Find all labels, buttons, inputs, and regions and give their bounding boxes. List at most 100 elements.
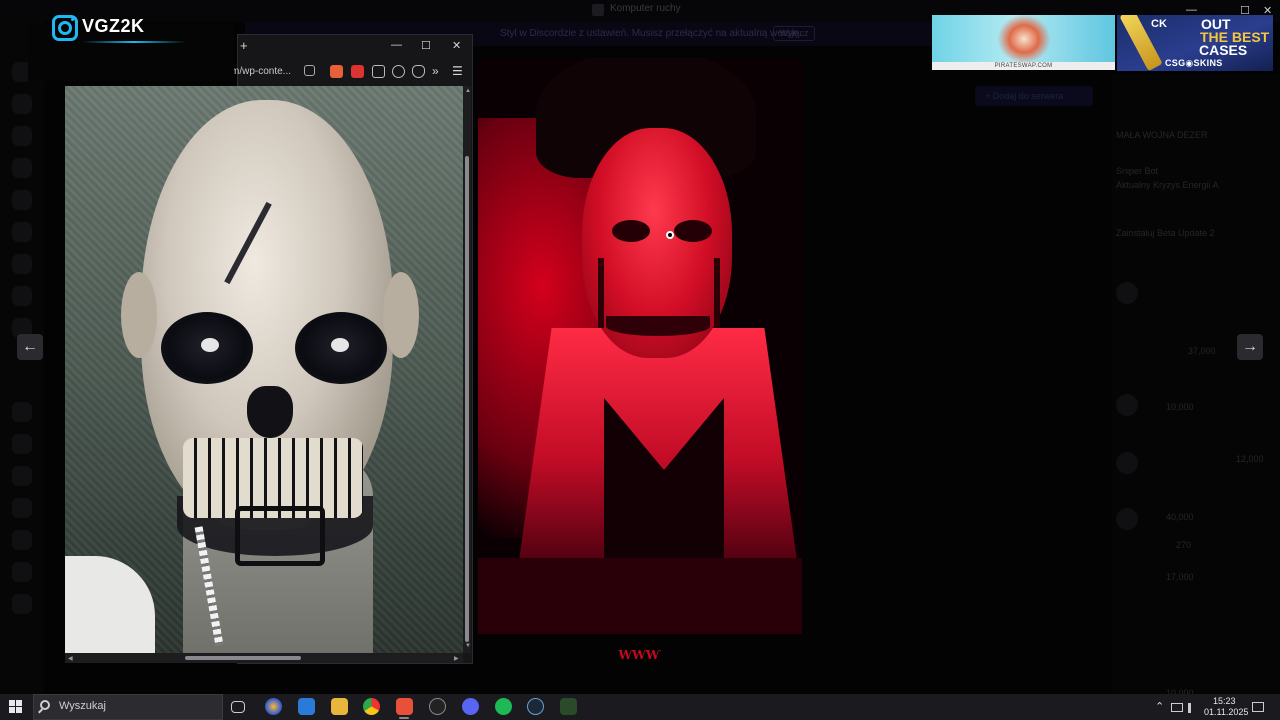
steam-icon[interactable]: [527, 698, 544, 715]
scroll-left-icon[interactable]: ◀: [68, 655, 73, 662]
next-arrow-icon[interactable]: →: [1237, 334, 1263, 360]
ad-cases-text: CASES: [1199, 42, 1248, 58]
pirateswap-ad-banner[interactable]: [932, 15, 1115, 63]
server-icon[interactable]: [12, 562, 32, 582]
instagram-dot-icon: [71, 18, 74, 21]
amount-label: 37,000: [1188, 346, 1216, 356]
tray-chevron-icon[interactable]: ⌃: [1155, 700, 1164, 713]
server-icon[interactable]: [12, 402, 32, 422]
pirateswap-ad-label: PIRATESWAP.COM: [994, 63, 1053, 69]
amount-label: 10,000: [1166, 402, 1194, 412]
taskbar-clock-date[interactable]: 01.11.2025: [1204, 707, 1248, 717]
notifications-icon[interactable]: [1252, 702, 1264, 712]
background-notice-button[interactable]: Wyłącz: [773, 26, 815, 41]
address-bar[interactable]: m/wp-conte...: [231, 66, 291, 77]
server-icon[interactable]: [12, 190, 32, 210]
photo-chin-tattoo: [235, 506, 325, 566]
spotify-icon[interactable]: [495, 698, 512, 715]
photo-eye: [201, 338, 219, 352]
background-app-title: Komputer ruchy: [610, 3, 681, 14]
avatar[interactable]: [1116, 452, 1138, 474]
photo-mouth: [606, 316, 710, 336]
shield-icon[interactable]: [412, 65, 425, 78]
menu-icon[interactable]: ☰: [452, 64, 463, 78]
task-view-icon[interactable]: [231, 701, 245, 713]
server-icon[interactable]: [12, 126, 32, 146]
extension-icon[interactable]: [392, 65, 405, 78]
reader-icon[interactable]: [372, 65, 385, 78]
windows-start-icon[interactable]: [9, 700, 23, 714]
member-name[interactable]: Aktualny Kryzys Energii A: [1116, 180, 1219, 190]
browser-maximize-button[interactable]: ☐: [421, 39, 431, 52]
member-name[interactable]: Sniper Bot: [1116, 166, 1158, 176]
server-icon[interactable]: [12, 286, 32, 306]
ad-character-image: [998, 15, 1050, 63]
pdf-extension-icon[interactable]: [351, 65, 364, 78]
avatar[interactable]: [1116, 394, 1138, 416]
widgets-icon[interactable]: [265, 698, 282, 715]
server-icon[interactable]: [12, 254, 32, 274]
red-clown-photo: [478, 58, 802, 634]
avatar[interactable]: [1116, 282, 1138, 304]
previous-arrow-icon[interactable]: ←: [17, 334, 43, 360]
server-icon[interactable]: [12, 530, 32, 550]
server-icon[interactable]: [12, 158, 32, 178]
member-name[interactable]: MAŁA WOJNA DEZER: [1116, 130, 1208, 140]
more-extensions-icon[interactable]: »: [432, 64, 439, 78]
volume-icon[interactable]: [1188, 703, 1198, 713]
csgoskins-ad-banner[interactable]: CK OUT THE BEST CASES CSG◉SKINS: [1117, 15, 1273, 71]
background-notice-text: Styl w Discordzie z ustawień. Musisz prz…: [500, 28, 802, 39]
photo-eye: [612, 220, 650, 242]
background-add-button[interactable]: + Dodaj do serwera: [975, 86, 1093, 106]
scroll-right-icon[interactable]: ▶: [454, 655, 459, 662]
watermark-logo: ⱲⱲⱲ: [618, 648, 661, 662]
browser-minimize-button[interactable]: —: [391, 39, 402, 51]
share-icon[interactable]: [304, 65, 315, 76]
server-icon[interactable]: [12, 498, 32, 518]
browser-close-button[interactable]: ✕: [452, 39, 461, 52]
active-app-indicator: [399, 717, 409, 719]
avatar[interactable]: [1116, 508, 1138, 530]
server-icon[interactable]: [12, 434, 32, 454]
brave-icon[interactable]: [396, 698, 413, 715]
vertical-scroll-thumb[interactable]: [465, 156, 469, 642]
photo-ear: [383, 272, 419, 358]
capture-app-icon[interactable]: [429, 698, 446, 715]
server-icon[interactable]: [12, 594, 32, 614]
server-icon[interactable]: [12, 466, 32, 486]
network-icon[interactable]: [1171, 703, 1183, 712]
photo-ear: [121, 272, 157, 358]
streamer-handle: VGZ2K: [82, 16, 145, 36]
taskbar-clock-time[interactable]: 15:23: [1213, 696, 1236, 706]
taskbar-search-placeholder: Wyszukaj: [59, 700, 106, 712]
scroll-up-icon[interactable]: ▲: [465, 88, 471, 94]
ad-brand-text: CSG◉SKINS: [1165, 58, 1223, 68]
discord-icon[interactable]: [462, 698, 479, 715]
browser-page-image: [65, 86, 463, 653]
photo-eye: [674, 220, 712, 242]
background-app-icon: [592, 4, 604, 16]
horizontal-scroll-thumb[interactable]: [185, 656, 301, 660]
file-explorer-icon[interactable]: [331, 698, 348, 715]
amount-label: 17,000: [1166, 572, 1194, 582]
photo-face-paint: [598, 258, 604, 328]
ad-left-text: CK: [1151, 18, 1167, 30]
server-icon[interactable]: [12, 94, 32, 114]
mouse-cursor: [666, 231, 674, 239]
search-icon: [40, 700, 50, 710]
instagram-lens-icon: [58, 21, 72, 35]
photo-face-paint: [714, 258, 720, 328]
server-icon[interactable]: [12, 222, 32, 242]
store-icon[interactable]: [298, 698, 315, 715]
pinned-app-icon[interactable]: [560, 698, 577, 715]
photo-eye: [331, 338, 349, 352]
member-name[interactable]: Zainstaluj Beta Update 2: [1116, 228, 1215, 238]
badge-underline: [82, 41, 186, 43]
photo-bottom: [478, 558, 802, 634]
new-tab-button[interactable]: +: [240, 38, 248, 53]
scroll-down-icon[interactable]: ▼: [465, 643, 471, 649]
chrome-icon[interactable]: [363, 698, 380, 715]
brave-shields-icon[interactable]: [330, 65, 343, 78]
photo-nose: [247, 386, 293, 438]
amount-label: 40,000: [1166, 512, 1194, 522]
